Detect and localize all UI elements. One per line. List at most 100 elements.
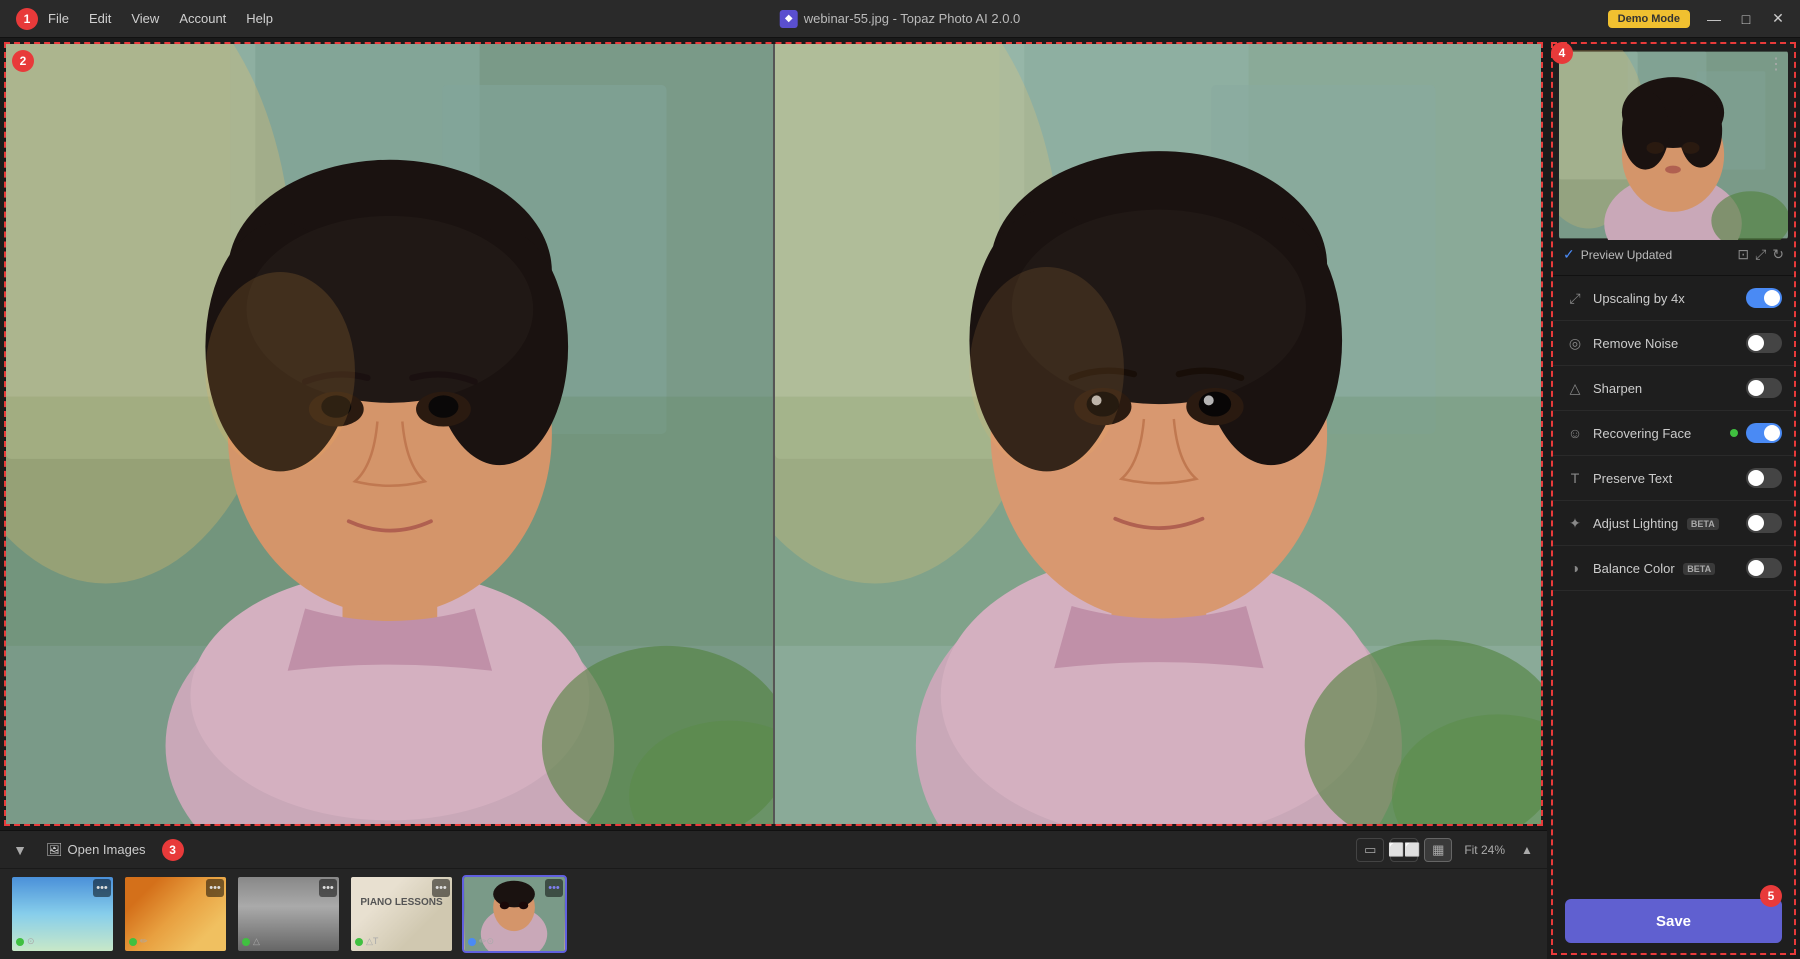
thumb-menu-4[interactable]: ••• [432,879,450,897]
sharpen-toggle[interactable] [1746,378,1782,398]
expand-icon-button[interactable]: ⤢ [1755,246,1766,263]
thumbnail-1[interactable]: ••• ⊙ [10,875,115,953]
window-title: webinar-55.jpg - Topaz Photo AI 2.0.0 [804,11,1021,26]
open-images-button[interactable]: 🖼 Open Images [38,838,154,862]
maximize-button[interactable]: □ [1732,8,1760,30]
text-toggle[interactable] [1746,468,1782,488]
preview-check-icon: ✓ [1563,246,1575,263]
title-center: ◆ webinar-55.jpg - Topaz Photo AI 2.0.0 [780,10,1021,28]
lighting-beta-badge: BETA [1687,518,1719,530]
indicator-dot-5 [468,938,476,946]
menu-file[interactable]: File [38,7,79,30]
face-toggle-knob [1764,425,1780,441]
right-panel: 4 [1551,42,1796,955]
thumb-indicator-2: ✏ [129,936,148,947]
face-toggle[interactable] [1746,423,1782,443]
image-viewport [6,44,1541,824]
save-button[interactable]: Save [1565,899,1782,943]
preview-thumbnail: ⋮ [1559,50,1788,240]
image-panel-left [6,44,775,824]
color-toggle[interactable] [1746,558,1782,578]
thumbnail-3[interactable]: ••• △ [236,875,341,953]
setting-balance-color: ◑ Balance Color BETA [1553,546,1794,591]
color-beta-badge: BETA [1683,563,1715,575]
noise-toggle[interactable] [1746,333,1782,353]
thumb-menu-3[interactable]: ••• [319,879,337,897]
lighting-toggle[interactable] [1746,513,1782,533]
step-badge-4: 4 [1551,42,1573,64]
thumb-indicator-3: △ [242,936,260,947]
filmstrip-container: ▼ 🖼 Open Images 3 ▭ ⬜⬜ ▦ Fit 24% ▲ [0,830,1547,959]
refresh-icon-button[interactable]: ↻ [1772,246,1784,263]
single-view-button[interactable]: ▭ [1356,838,1384,862]
thumbnail-4[interactable]: PIANO LESSONS ••• △T [349,875,454,953]
indicator-dot-1 [16,938,24,946]
view-controls: ▭ ⬜⬜ ▦ Fit 24% ▲ [1356,838,1537,862]
filmstrip: ••• ⊙ ••• ✏ [0,869,1547,959]
indicator-dot-4 [355,938,363,946]
settings-panel: ⤢ Upscaling by 4x ◎ Remove Noise △ Sharp… [1553,276,1794,889]
sharpen-label: Sharpen [1593,381,1722,396]
preview-more-button[interactable]: ⋮ [1768,54,1784,74]
thumb-menu-1[interactable]: ••• [93,879,111,897]
open-images-label: Open Images [68,842,146,857]
face-label: Recovering Face [1593,426,1722,441]
step-badge-5: 5 [1760,885,1782,907]
menu-bar: 1 File Edit View Account Help [0,7,283,30]
color-toggle-knob [1748,560,1764,576]
indicator-icon-3: △ [253,936,260,947]
text-icon: T [1565,468,1585,488]
portrait-svg-left [6,44,773,824]
setting-upscaling: ⤢ Upscaling by 4x [1553,276,1794,321]
setting-remove-noise: ◎ Remove Noise [1553,321,1794,366]
thumb-indicator-5: ✏⊙ [468,936,494,947]
main-layout: 2 [0,38,1800,959]
upscaling-toggle-knob [1764,290,1780,306]
lighting-icon: ✦ [1565,513,1585,533]
indicator-icon-1: ⊙ [27,936,35,947]
thumbnail-5[interactable]: ••• ✏⊙ [462,875,567,953]
menu-account[interactable]: Account [169,7,236,30]
preview-portrait-svg [1559,50,1788,240]
setting-sharpen: △ Sharpen [1553,366,1794,411]
upscaling-icon: ⤢ [1565,288,1585,308]
image-panel-right [775,44,1542,824]
noise-toggle-knob [1748,335,1764,351]
indicator-icon-5: ✏⊙ [479,936,494,947]
minimize-button[interactable]: — [1700,8,1728,30]
thumb-menu-5[interactable]: ••• [545,879,563,897]
indicator-icon-2: ✏ [140,936,148,947]
crop-icon-button[interactable]: ⊡ [1737,246,1749,263]
image-icon: 🖼 [46,842,63,858]
close-button[interactable]: ✕ [1764,8,1792,30]
menu-help[interactable]: Help [236,7,283,30]
save-area: 5 Save [1553,889,1794,953]
upscaling-toggle[interactable] [1746,288,1782,308]
thumbnail-2[interactable]: ••• ✏ [123,875,228,953]
collapse-filmstrip-button[interactable]: ▼ [10,840,30,860]
step-badge-3: 3 [162,839,184,861]
filmstrip-header: ▼ 🖼 Open Images 3 ▭ ⬜⬜ ▦ Fit 24% ▲ [0,831,1547,869]
zoom-up-button[interactable]: ▲ [1517,840,1537,860]
thumb-indicator-4: △T [355,936,378,947]
title-bar: 1 File Edit View Account Help ◆ webinar-… [0,0,1800,38]
noise-label: Remove Noise [1593,336,1722,351]
app-logo: ◆ [780,10,798,28]
preview-section: 4 [1553,44,1794,276]
menu-view[interactable]: View [121,7,169,30]
sharpen-toggle-knob [1748,380,1764,396]
menu-edit[interactable]: Edit [79,7,121,30]
face-dot [1730,429,1738,437]
thumb-menu-2[interactable]: ••• [206,879,224,897]
indicator-dot-3 [242,938,250,946]
indicator-dot-2 [129,938,137,946]
step-badge-1: 1 [16,8,38,30]
thumb-indicator-1: ⊙ [16,936,35,947]
color-icon: ◑ [1565,558,1585,578]
compare-vert-button[interactable]: ⬜⬜ [1390,838,1418,862]
preview-status-bar: ✓ Preview Updated ⊡ ⤢ ↻ [1559,240,1788,269]
preview-icon-group: ⊡ ⤢ ↻ [1737,246,1784,263]
demo-mode-button[interactable]: Demo Mode [1608,10,1690,28]
compare-side-button[interactable]: ▦ [1424,838,1452,862]
step-badge-2: 2 [12,50,34,72]
